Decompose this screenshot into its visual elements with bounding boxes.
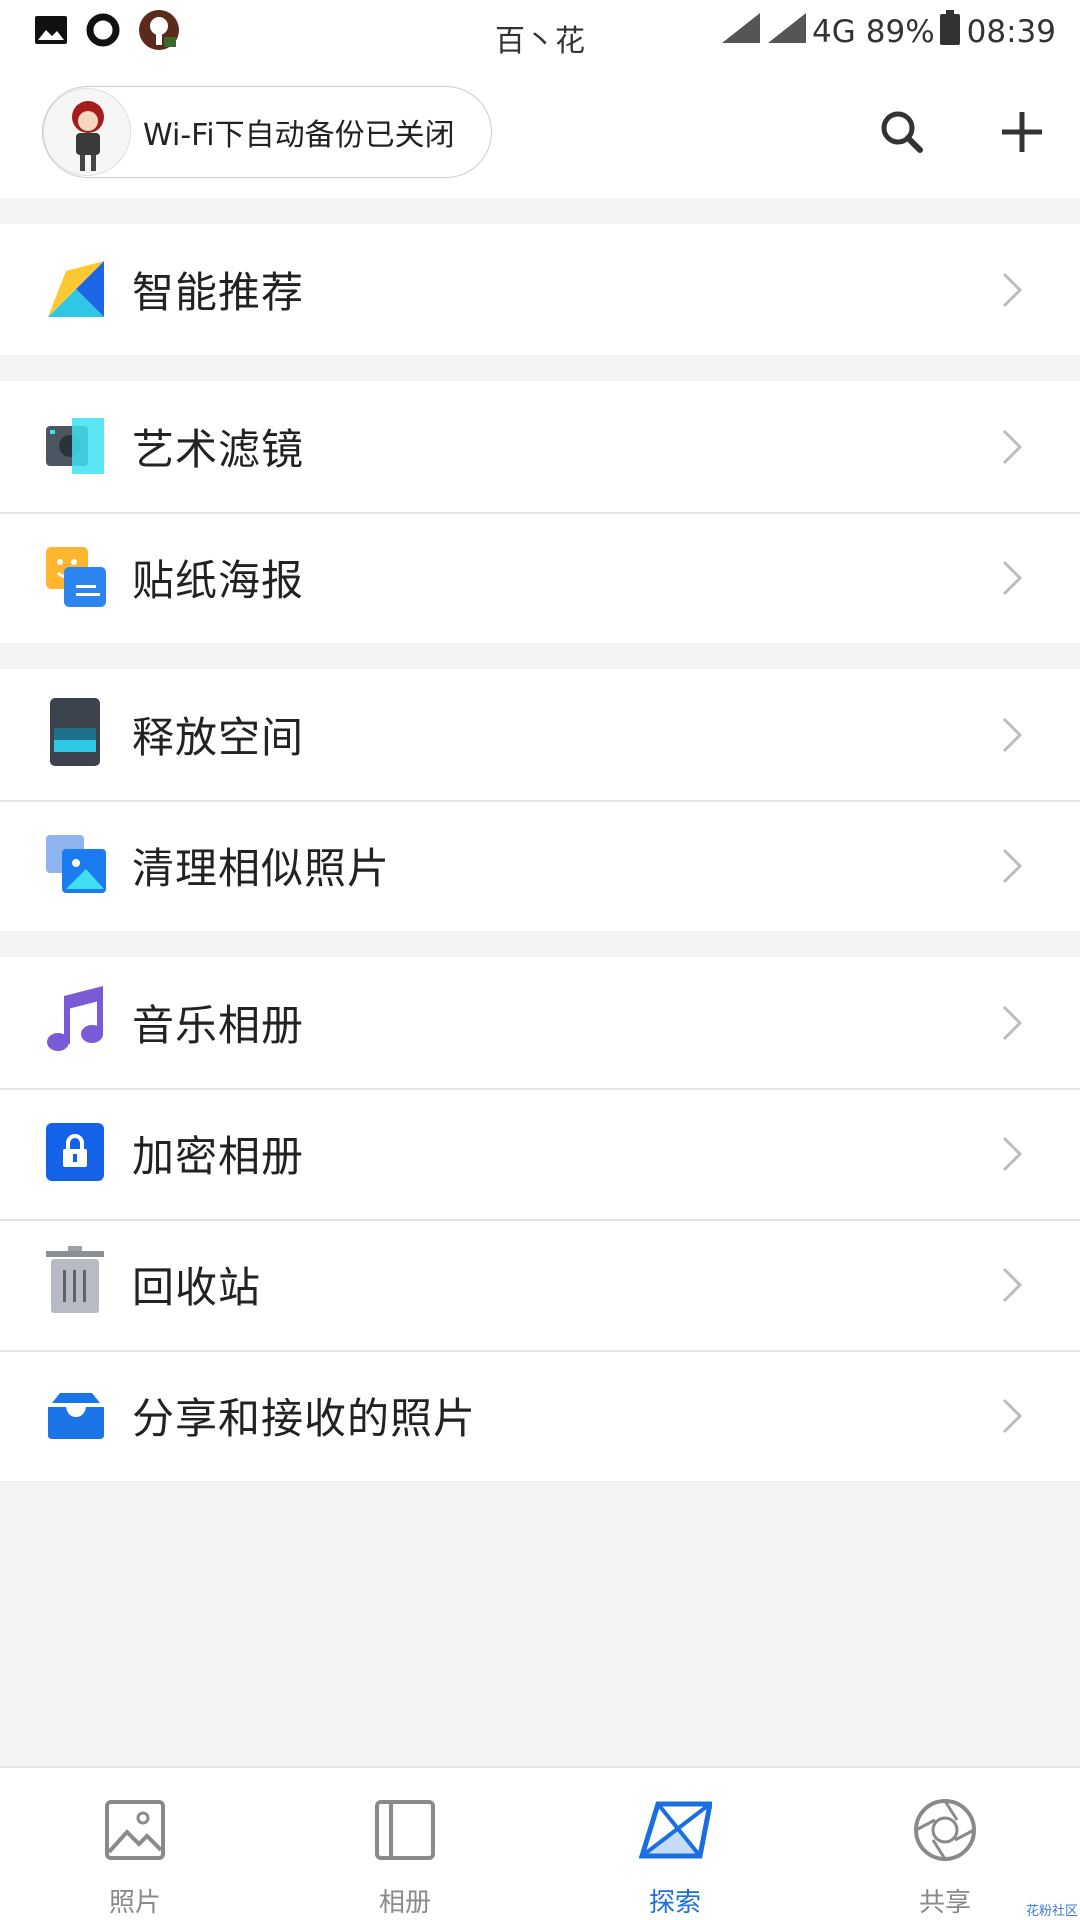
sticker-poster-icon bbox=[46, 547, 106, 607]
tab-sharing[interactable]: 共享 bbox=[810, 1768, 1080, 1920]
tab-label: 照片 bbox=[108, 1888, 161, 1918]
sharing-icon bbox=[914, 1799, 976, 1861]
watermark: 花粉社区 bbox=[1025, 1904, 1078, 1919]
avatar[interactable] bbox=[43, 88, 131, 176]
chevron-right-icon bbox=[1000, 847, 1024, 885]
header: Wi-Fi下自动备份已关闭 bbox=[0, 66, 1080, 198]
tab-albums[interactable]: 相册 bbox=[270, 1768, 540, 1920]
art-filter-item[interactable]: 艺术滤镜 bbox=[0, 381, 1080, 512]
music-album-icon bbox=[46, 986, 106, 1052]
list-group: 音乐相册 加密相册 回收站 分享和接收的照片 bbox=[0, 957, 1080, 1481]
chevron-right-icon bbox=[1000, 428, 1024, 466]
photos-icon bbox=[105, 1800, 165, 1860]
list-item-label: 贴纸海报 bbox=[132, 556, 305, 605]
backup-status-text: Wi-Fi下自动备份已关闭 bbox=[143, 118, 455, 153]
tab-label: 探索 bbox=[648, 1888, 701, 1918]
chevron-right-icon bbox=[1000, 271, 1024, 309]
signal-icon bbox=[766, 11, 808, 53]
list-item-label: 清理相似照片 bbox=[132, 844, 391, 893]
list-group: 艺术滤镜 贴纸海报 bbox=[0, 381, 1080, 643]
signal-icon bbox=[720, 11, 762, 53]
chevron-right-icon bbox=[1000, 716, 1024, 754]
encrypted-album-icon bbox=[46, 1123, 106, 1183]
smart-recommend-item[interactable]: 智能推荐 bbox=[0, 224, 1080, 355]
tab-discover[interactable]: 探索 bbox=[540, 1768, 810, 1920]
list-item-label: 加密相册 bbox=[132, 1132, 305, 1181]
free-space-icon bbox=[46, 698, 106, 766]
backup-status-pill[interactable]: Wi-Fi下自动备份已关闭 bbox=[42, 86, 492, 178]
list-item-label: 释放空间 bbox=[132, 713, 305, 762]
free-space-item[interactable]: 释放空间 bbox=[0, 669, 1080, 800]
shared-photos-icon bbox=[46, 1385, 106, 1445]
recycle-bin-item[interactable]: 回收站 bbox=[0, 1219, 1080, 1350]
add-icon[interactable] bbox=[996, 106, 1048, 158]
chevron-right-icon bbox=[1000, 1135, 1024, 1173]
list-item-label: 音乐相册 bbox=[132, 1001, 305, 1050]
art-filter-icon bbox=[46, 416, 106, 476]
clean-similar-photos-item[interactable]: 清理相似照片 bbox=[0, 800, 1080, 931]
network-type: 4G bbox=[812, 14, 856, 50]
sticker-poster-item[interactable]: 贴纸海报 bbox=[0, 512, 1080, 643]
chevron-right-icon bbox=[1000, 1004, 1024, 1042]
shared-photos-item[interactable]: 分享和接收的照片 bbox=[0, 1350, 1080, 1481]
chevron-right-icon bbox=[1000, 1397, 1024, 1435]
albums-icon bbox=[375, 1800, 435, 1860]
clock: 08:39 bbox=[966, 14, 1056, 50]
encrypted-album-item[interactable]: 加密相册 bbox=[0, 1088, 1080, 1219]
list-item-label: 智能推荐 bbox=[132, 268, 305, 317]
discover-icon bbox=[638, 1801, 712, 1859]
list-group: 智能推荐 bbox=[0, 224, 1080, 355]
explore-list: 智能推荐 艺术滤镜 贴纸海报 释放空间 清理相似照片 音乐相册 加密相册 回收站… bbox=[0, 198, 1080, 1481]
recycle-bin-icon bbox=[46, 1246, 106, 1314]
smart-recommend-icon bbox=[46, 259, 106, 319]
battery-icon bbox=[939, 10, 961, 54]
status-bar: 百丶花 4G 89% 08:39 bbox=[0, 0, 1080, 66]
clean-similar-photos-icon bbox=[46, 835, 106, 895]
chevron-right-icon bbox=[1000, 1266, 1024, 1304]
list-item-label: 回收站 bbox=[132, 1263, 262, 1312]
bottom-tab-bar: 照片 相册 探索 共享 bbox=[0, 1766, 1080, 1920]
list-item-label: 艺术滤镜 bbox=[132, 425, 305, 474]
list-item-label: 分享和接收的照片 bbox=[132, 1394, 477, 1443]
search-icon[interactable] bbox=[876, 106, 928, 158]
battery-percentage: 89% bbox=[865, 14, 935, 50]
music-album-item[interactable]: 音乐相册 bbox=[0, 957, 1080, 1088]
chevron-right-icon bbox=[1000, 559, 1024, 597]
tab-label: 相册 bbox=[378, 1888, 431, 1918]
tab-photos[interactable]: 照片 bbox=[0, 1768, 270, 1920]
list-group: 释放空间 清理相似照片 bbox=[0, 669, 1080, 931]
